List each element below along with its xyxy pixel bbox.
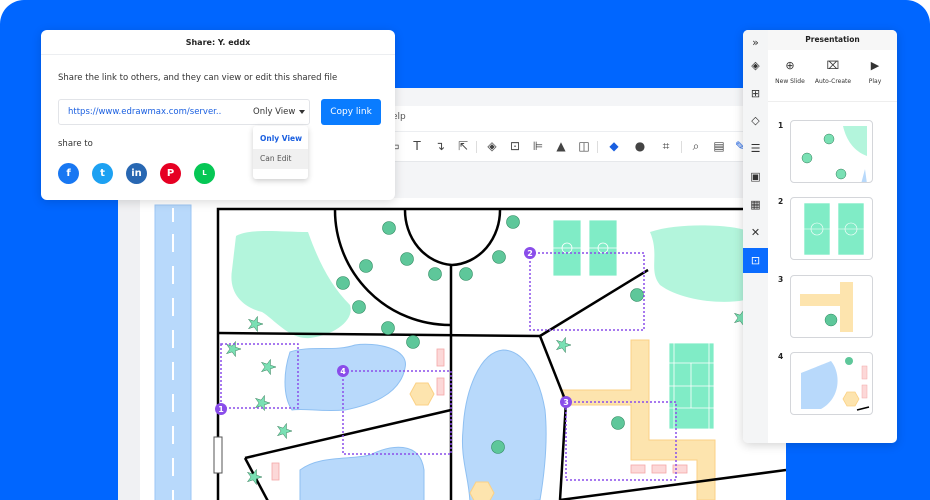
tree xyxy=(406,335,420,349)
lawn-area xyxy=(231,231,351,339)
slide-number: 4 xyxy=(778,352,784,361)
slide-marker: 3 xyxy=(560,396,572,408)
tree xyxy=(428,267,442,281)
shuffle-icon[interactable]: ✕ xyxy=(747,224,764,241)
share-link-field[interactable]: https://www.edrawmax.com/server.. Only V… xyxy=(58,99,310,125)
auto-create-button[interactable]: ⌧ Auto-Create xyxy=(813,58,853,85)
pinterest-icon[interactable]: P xyxy=(160,163,181,184)
twitter-icon[interactable]: t xyxy=(92,163,113,184)
shrub xyxy=(276,422,293,440)
option-only-view[interactable]: Only View xyxy=(253,129,308,149)
permission-select[interactable]: Only View xyxy=(253,107,295,117)
slide-marker: 1 xyxy=(215,403,227,415)
linkedin-icon[interactable]: in xyxy=(126,163,147,184)
soccer-pitches xyxy=(552,219,618,277)
share-to-label: share to xyxy=(58,139,93,149)
presentation-icon[interactable]: ⊡ xyxy=(743,248,768,273)
copy-link-button[interactable]: Copy link xyxy=(321,99,381,125)
slide-thumbnail[interactable] xyxy=(790,120,873,183)
side-rail: » ◈ ⊞ ◇ ☰ ▣ ▦ ✕ ⊡ xyxy=(743,30,768,443)
tree xyxy=(336,276,350,290)
new-slide-label: New Slide xyxy=(775,78,805,85)
fill-bucket-icon[interactable]: ◈ xyxy=(747,57,764,74)
slide-number: 2 xyxy=(778,197,784,206)
pond xyxy=(284,343,406,412)
pond xyxy=(461,349,547,500)
option-can-edit[interactable]: Can Edit xyxy=(253,149,308,169)
slide-thumbnail[interactable] xyxy=(790,275,873,338)
stage: elp ▭ T ↴ ⇱ ◈ ⊡ ⊫ ▲ ◫ ◆ ● ⌗ ⌕ ▤ ✎ xyxy=(0,0,930,500)
tree xyxy=(611,416,625,430)
line-icon[interactable]: L xyxy=(194,163,215,184)
slide-thumbnail[interactable] xyxy=(790,352,873,415)
slide-2-preview xyxy=(803,202,865,256)
shrub xyxy=(555,336,572,354)
presentation-board-icon: ⌧ xyxy=(826,59,840,72)
slide-thumbnail[interactable] xyxy=(790,197,873,260)
tree xyxy=(491,440,505,454)
lawn-area xyxy=(650,225,745,302)
tree xyxy=(459,267,473,281)
attachment-icon[interactable]: ▦ xyxy=(747,196,764,213)
share-link-url[interactable]: https://www.edrawmax.com/server.. xyxy=(68,107,221,117)
pond xyxy=(299,446,425,500)
shrub xyxy=(247,315,264,333)
slide-marker-label: 1 xyxy=(218,405,224,414)
shrub xyxy=(246,468,263,486)
plus-circle-icon: ⊕ xyxy=(785,59,795,72)
slide-number: 1 xyxy=(778,121,784,130)
panel-divider xyxy=(768,101,897,102)
layers-icon[interactable]: ◇ xyxy=(747,112,764,129)
share-description: Share the link to others, and they can v… xyxy=(58,73,338,83)
share-dialog: Share: Y. eddx Share the link to others,… xyxy=(41,30,395,200)
play-label: Play xyxy=(868,78,882,85)
facebook-icon[interactable]: f xyxy=(58,163,79,184)
play-icon: ▶ xyxy=(870,59,880,72)
slide-3-preview xyxy=(800,282,853,332)
presentation-title: Presentation xyxy=(768,30,897,50)
image-icon[interactable]: ▣ xyxy=(747,168,764,185)
list-icon[interactable]: ☰ xyxy=(747,140,764,157)
tree xyxy=(359,259,373,273)
tree xyxy=(381,321,395,335)
slide-4-preview xyxy=(801,357,870,411)
slide-number: 3 xyxy=(778,275,784,284)
tree xyxy=(492,250,506,264)
tree xyxy=(382,221,396,235)
slide-marker-label: 4 xyxy=(340,367,346,376)
grid-icon[interactable]: ⊞ xyxy=(747,85,764,102)
tree xyxy=(400,252,414,266)
presentation-panel: » ◈ ⊞ ◇ ☰ ▣ ▦ ✕ ⊡ Presentation ⊕ New Sli… xyxy=(743,30,897,443)
new-slide-button[interactable]: ⊕ New Slide xyxy=(770,58,810,85)
slide-marker: 4 xyxy=(337,365,349,377)
play-button[interactable]: ▶ Play xyxy=(855,58,895,85)
share-dialog-title: Share: Y. eddx xyxy=(41,30,395,55)
slide-marker-label: 3 xyxy=(563,398,569,407)
auto-create-label: Auto-Create xyxy=(814,78,852,85)
tree xyxy=(506,215,520,229)
slide-marker: 2 xyxy=(524,247,536,259)
shrub xyxy=(260,358,277,376)
gate xyxy=(213,436,223,474)
slide-1-preview xyxy=(801,126,867,182)
permission-dropdown: Only View Can Edit xyxy=(253,126,308,179)
tree xyxy=(630,288,644,302)
tree xyxy=(352,300,366,314)
collapse-icon[interactable]: » xyxy=(747,34,764,51)
caret-down-icon[interactable] xyxy=(299,110,305,114)
slide-marker-label: 2 xyxy=(527,249,533,258)
